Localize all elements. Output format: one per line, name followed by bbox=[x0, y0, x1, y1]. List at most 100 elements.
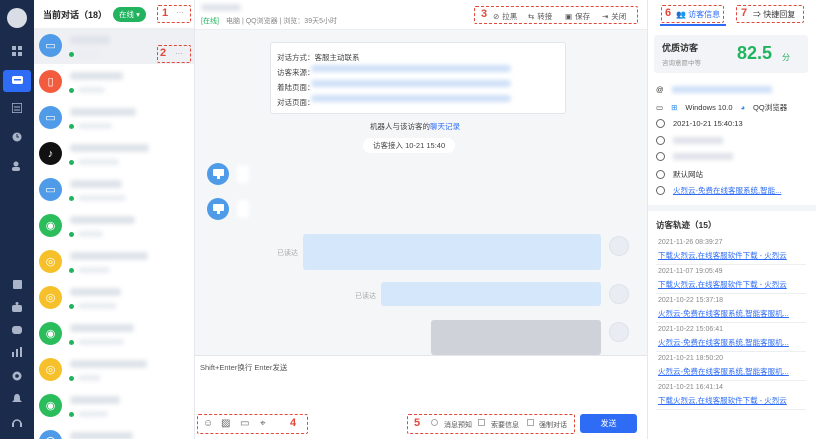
chat-panel: [在线] 电脑 | QQ浏览器 | 浏览：39天5小时 3 ⊘ 拉黑 ⇆ 转接 ▣ 保… bbox=[195, 0, 647, 439]
wechat-icon: ◉ bbox=[39, 214, 62, 237]
more-dots-icon[interactable]: ··· bbox=[175, 49, 183, 58]
online-dot-icon bbox=[69, 196, 74, 201]
bot-icon[interactable] bbox=[10, 322, 24, 336]
read-status: 已读达 bbox=[355, 293, 376, 300]
emoji-icon[interactable]: ☺ bbox=[203, 418, 213, 429]
track-link[interactable]: 下载火烈云,在线客服软件下载 - 火烈云 bbox=[658, 250, 806, 261]
site-row: 默认网站 bbox=[656, 169, 703, 180]
visitor-side-panel: 6 👥 访客信息 7 ⇒ 快捷回复 优质访客 咨询意愿中等 82.5 分 @ ▭… bbox=[647, 0, 816, 439]
tab-visitor-info[interactable]: 👥 访客信息 bbox=[676, 9, 720, 20]
annotation-7: 7 bbox=[741, 7, 748, 19]
track-title: 访客轨迹（15） bbox=[656, 220, 717, 230]
online-dot-icon bbox=[69, 376, 74, 381]
track-link[interactable]: 火烈云-免费在线客服系统,智能客服机... bbox=[658, 308, 806, 319]
conversation-row[interactable]: ◉ bbox=[34, 388, 194, 424]
agent-message-bubble bbox=[303, 234, 601, 270]
visitor-card: 对话方式：客服主动联系 访客来源： 着陆页面： 对话页面： bbox=[270, 42, 566, 114]
conversation-row[interactable]: ◉ bbox=[34, 316, 194, 352]
online-dot-icon bbox=[69, 268, 74, 273]
read-status: 已读达 bbox=[277, 250, 298, 257]
track-time: 2021-10-22 15:06:41 bbox=[658, 326, 723, 333]
access-notice: 访客接入 10-21 15:40 bbox=[363, 138, 456, 153]
track-divider bbox=[656, 351, 806, 352]
online-dot-icon bbox=[69, 340, 74, 345]
track-link[interactable]: 火烈云-免费在线客服系统,智能客服机... bbox=[658, 366, 806, 377]
os-row: ▭ ⊞ Windows 10.0 ◕ QQ浏览器 bbox=[656, 103, 788, 112]
track-link[interactable]: 火烈云-免费在线客服系统,智能客服机... bbox=[658, 337, 806, 348]
list-title: 当前对话（18） bbox=[43, 9, 108, 20]
location-icon[interactable]: ⌖ bbox=[260, 418, 266, 429]
user-avatar[interactable] bbox=[7, 8, 27, 28]
contacts-icon[interactable] bbox=[10, 159, 24, 173]
list-icon[interactable] bbox=[10, 101, 24, 115]
close-icon: ⇥ bbox=[602, 12, 609, 21]
quality-label: 优质访客 bbox=[662, 43, 699, 53]
annotation-2: 2 bbox=[160, 47, 167, 59]
clipboard-icon[interactable] bbox=[10, 277, 24, 291]
conversation-row[interactable]: ▯ bbox=[34, 64, 194, 100]
visitor-desktop-icon bbox=[207, 163, 229, 185]
clock-icon[interactable] bbox=[10, 130, 24, 144]
score-unit: 分 bbox=[782, 53, 790, 62]
block-button[interactable]: ⊘ 拉黑 bbox=[493, 11, 517, 22]
desktop-icon: ▭ bbox=[39, 34, 62, 57]
conversation-row[interactable]: ◉ bbox=[34, 208, 194, 244]
track-link[interactable]: 下载火烈云,在线客服软件下载 - 火烈云 bbox=[658, 395, 806, 406]
force-chat-label[interactable]: 强制对话 bbox=[539, 420, 567, 430]
close-button[interactable]: ⇥ 关闭 bbox=[602, 11, 626, 22]
monitor-icon: ▭ bbox=[656, 103, 664, 112]
email-row: @ bbox=[656, 85, 772, 94]
message-input-area: Shift+Enter换行 Enter发送 ☺ ▨ ▭ ⌖ 4 5 消息预知 索… bbox=[195, 355, 647, 439]
online-status-dropdown[interactable]: 在线 ▾ bbox=[113, 6, 146, 22]
send-button[interactable]: 发送 bbox=[580, 414, 637, 433]
transfer-button[interactable]: ⇆ 转接 bbox=[528, 11, 552, 22]
conversation-row[interactable]: ◎ bbox=[34, 244, 194, 280]
weibo-icon: ◎ bbox=[39, 286, 62, 309]
request-info-label[interactable]: 索要信息 bbox=[491, 420, 519, 430]
folder-icon[interactable]: ▭ bbox=[240, 418, 249, 429]
dashboard-icon[interactable] bbox=[10, 44, 24, 58]
location-row bbox=[656, 136, 723, 145]
message-input[interactable]: Shift+Enter换行 Enter发送 bbox=[200, 362, 287, 373]
landing-page-link[interactable]: 火烈云-免费在线客服系统,智能... bbox=[673, 185, 781, 196]
tab-quick-reply[interactable]: ⇒ 快捷回复 bbox=[753, 9, 795, 20]
request-info-icon[interactable] bbox=[478, 419, 485, 426]
track-link[interactable]: 下载火烈云,在线客服软件下载 - 火烈云 bbox=[658, 279, 806, 290]
chat-history-link[interactable]: 聊天记录 bbox=[430, 122, 460, 131]
conversation-row[interactable]: ▭ bbox=[34, 100, 194, 136]
online-dot-icon bbox=[69, 412, 74, 417]
id-icon bbox=[656, 152, 665, 161]
online-dot-icon bbox=[69, 124, 74, 129]
mobile-icon: ▯ bbox=[39, 70, 62, 93]
agent-avatar bbox=[609, 284, 629, 304]
track-divider bbox=[656, 322, 806, 323]
tiktok-icon: ♪ bbox=[39, 142, 62, 165]
headset-icon[interactable] bbox=[10, 416, 24, 430]
image-icon[interactable]: ▨ bbox=[221, 418, 230, 429]
quality-sub: 咨询意愿中等 bbox=[662, 60, 701, 67]
qq-browser-icon: ◕ bbox=[740, 103, 746, 112]
page-row: 火烈云-免费在线客服系统,智能... bbox=[656, 185, 781, 196]
chat-icon[interactable] bbox=[3, 70, 31, 92]
conversation-row[interactable]: ◎ bbox=[34, 352, 194, 388]
more-dots-icon[interactable]: ··· bbox=[176, 8, 184, 17]
preview-toggle[interactable] bbox=[431, 419, 438, 426]
card-line: 对话方式：客服主动联系 bbox=[277, 53, 360, 62]
location-pin-icon bbox=[656, 136, 665, 145]
conversation-row[interactable]: ☊ bbox=[34, 424, 194, 439]
globe-icon bbox=[656, 170, 665, 179]
chart-icon[interactable] bbox=[10, 345, 24, 359]
bell-icon[interactable] bbox=[10, 392, 24, 406]
robot-icon[interactable] bbox=[10, 300, 24, 314]
desktop-icon: ▭ bbox=[39, 178, 62, 201]
force-chat-icon[interactable] bbox=[527, 419, 534, 426]
conversation-row[interactable]: ◎ bbox=[34, 280, 194, 316]
conversation-row[interactable]: ▭ bbox=[34, 172, 194, 208]
chat-bubble-icon bbox=[656, 186, 665, 195]
settings-icon[interactable] bbox=[10, 369, 24, 383]
visitor-desktop-icon bbox=[207, 198, 229, 220]
block-icon: ⊘ bbox=[493, 12, 500, 21]
conversation-row[interactable]: ♪ bbox=[34, 136, 194, 172]
save-button[interactable]: ▣ 保存 bbox=[565, 11, 590, 22]
wechat-icon: ◉ bbox=[39, 322, 62, 345]
